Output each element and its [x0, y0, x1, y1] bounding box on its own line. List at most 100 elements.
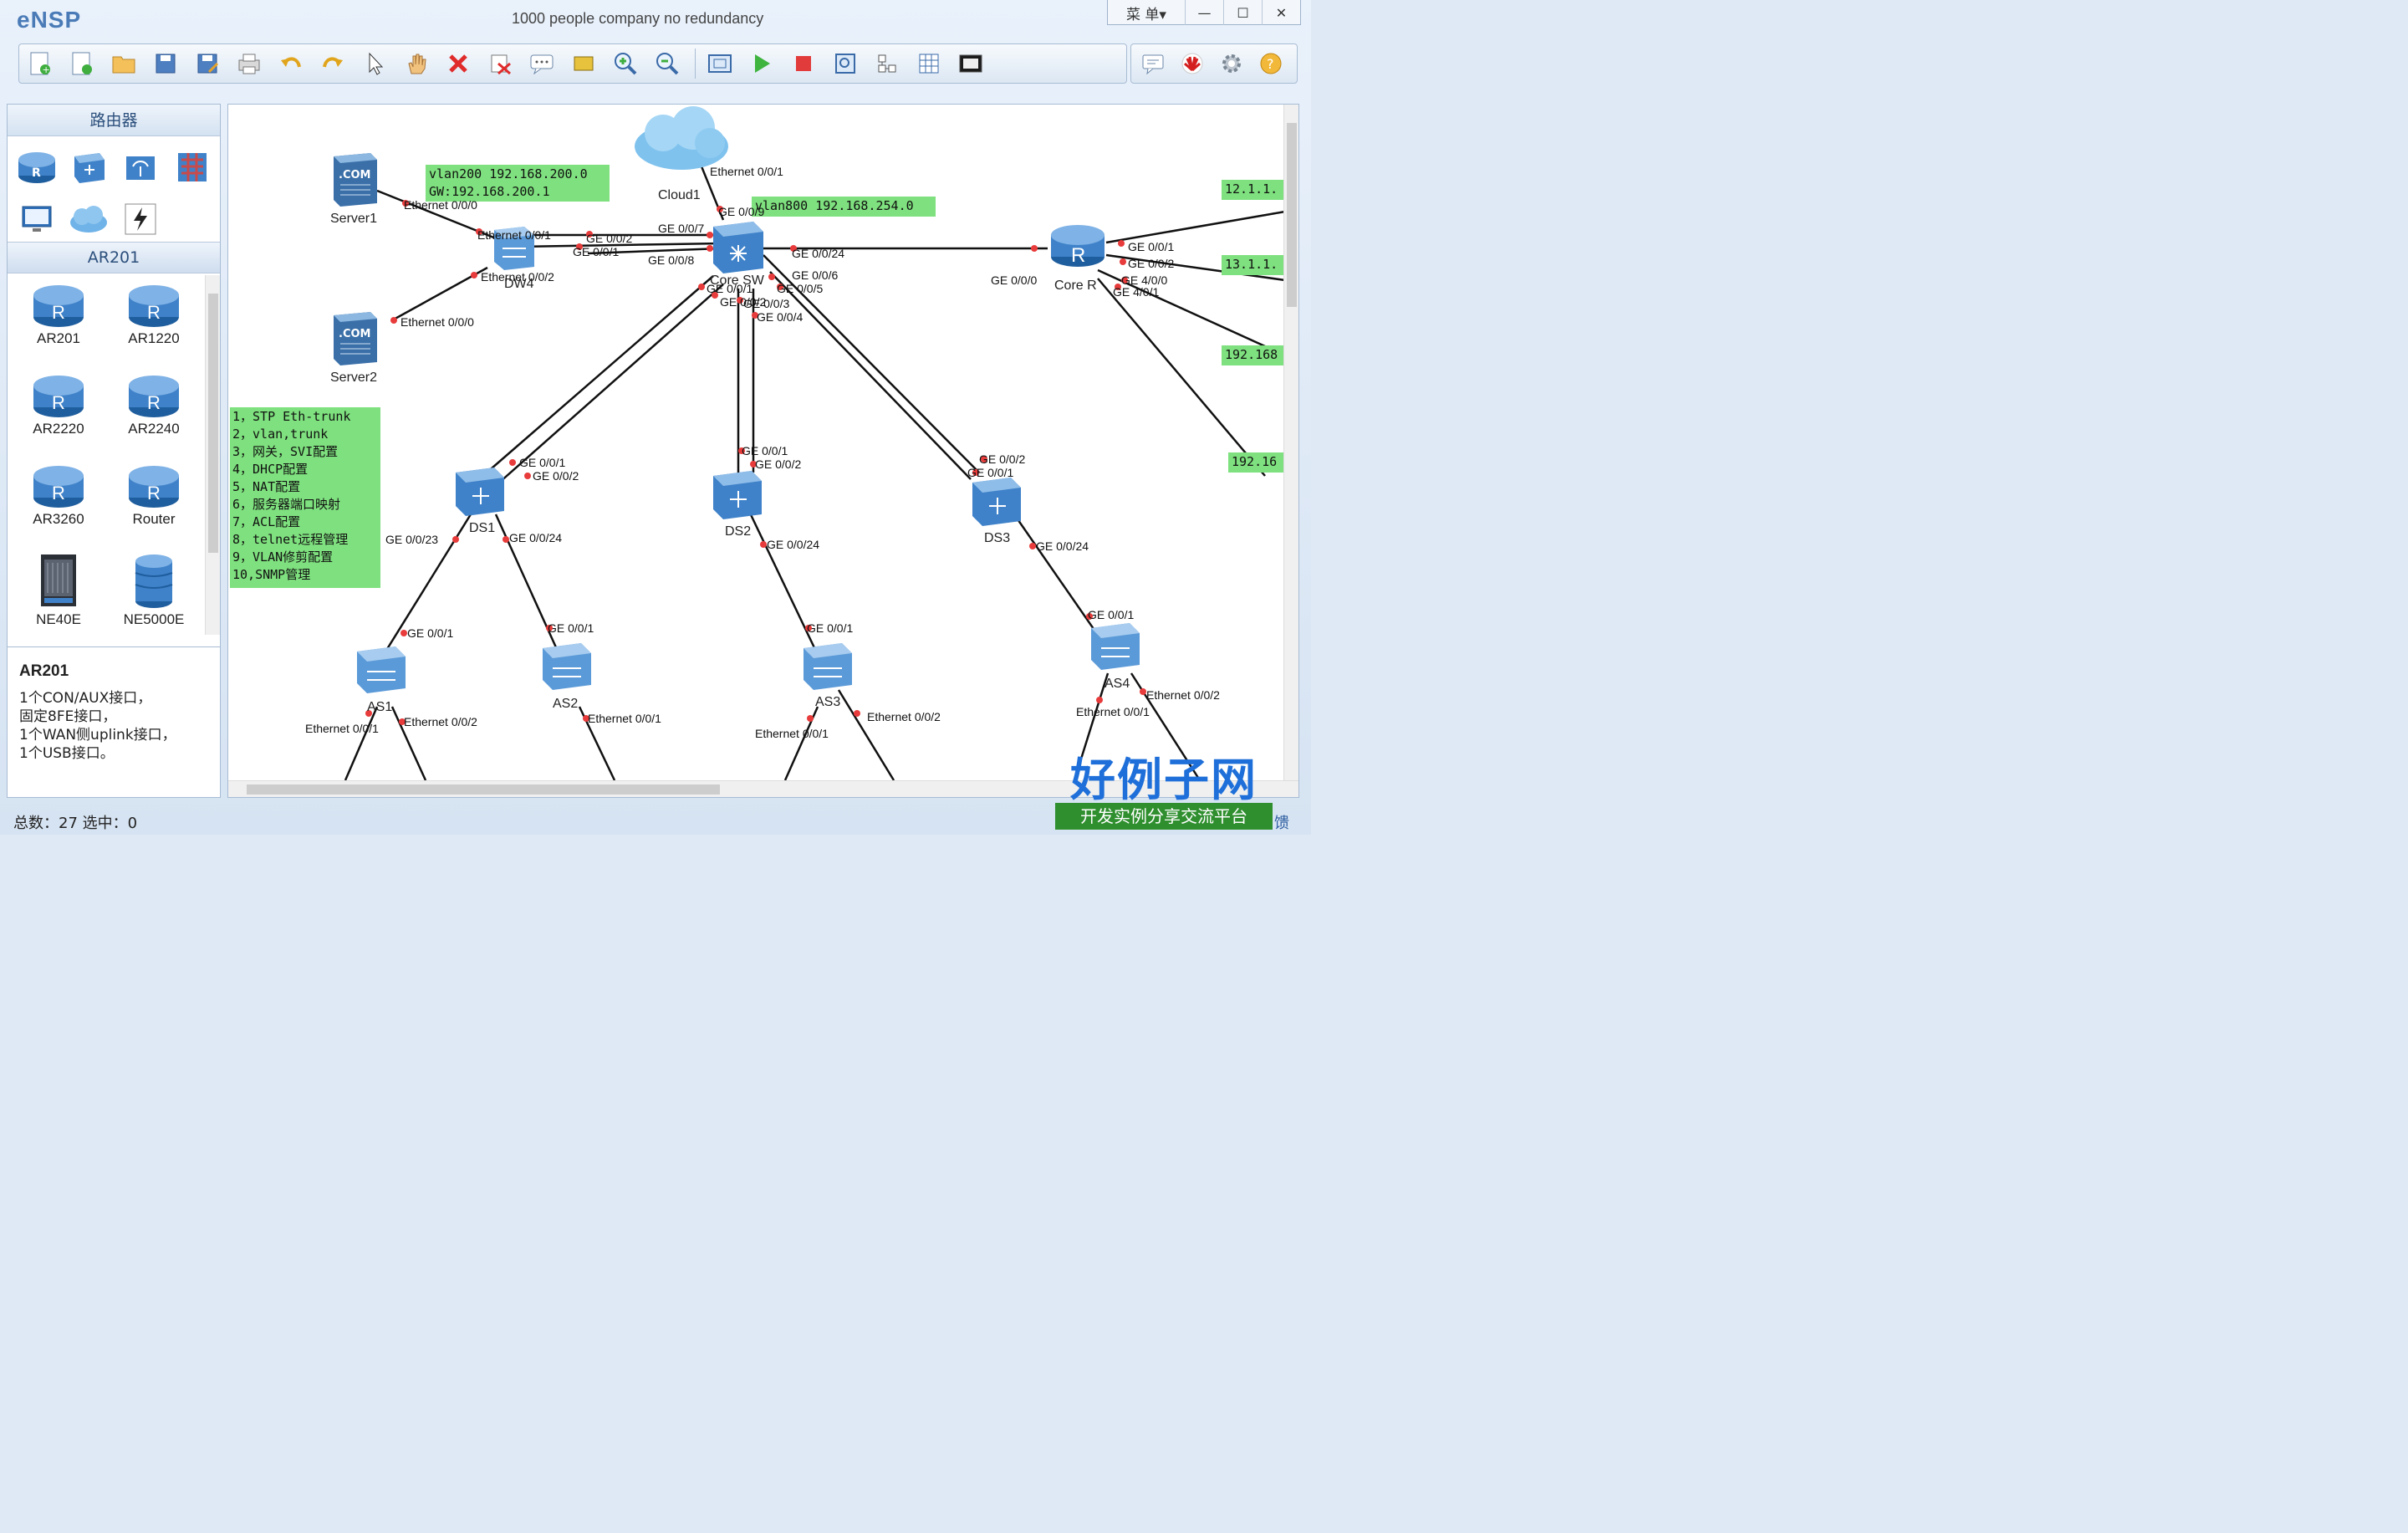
core-switch-icon[interactable] — [713, 222, 763, 273]
open-folder-icon[interactable] — [110, 49, 138, 78]
device-ne5000e[interactable]: NE5000E — [106, 546, 202, 636]
device-ar2220[interactable]: R AR2220 — [11, 365, 106, 456]
server-icon[interactable]: .COM — [334, 153, 377, 207]
main-toolbar: + — [18, 43, 1127, 84]
huawei-logo-icon[interactable] — [1179, 49, 1205, 78]
note-right-1[interactable]: 12.1.1. — [1222, 180, 1285, 200]
canvas-vertical-scrollbar[interactable] — [1283, 105, 1298, 782]
switch-icon[interactable] — [804, 643, 852, 690]
device-category-title: 路由器 — [8, 105, 220, 136]
undo-icon[interactable] — [277, 49, 305, 78]
hand-pan-icon[interactable] — [402, 49, 431, 78]
scrollbar-thumb[interactable] — [247, 784, 720, 795]
terminal-category-icon[interactable] — [11, 193, 63, 245]
note-tasks[interactable]: 1，STP Eth-trunk 2，vlan,trunk 3，网关，SVI配置 … — [230, 407, 380, 588]
switch-icon[interactable] — [543, 643, 591, 690]
switch-category-icon[interactable] — [63, 141, 115, 193]
feedback-link[interactable]: 馈 — [1274, 811, 1289, 833]
fit-view-icon[interactable] — [706, 49, 734, 78]
device-ar2240[interactable]: R AR2240 — [106, 365, 202, 456]
device-ar3260[interactable]: R AR3260 — [11, 456, 106, 546]
device-name-ds3: DS3 — [984, 531, 1011, 545]
feedback-icon[interactable] — [1140, 49, 1166, 78]
text-note-icon[interactable] — [528, 49, 556, 78]
scrollbar-thumb[interactable] — [208, 294, 218, 553]
save-icon[interactable] — [151, 49, 180, 78]
firewall-category-icon[interactable] — [166, 141, 218, 193]
device-ar1220[interactable]: R AR1220 — [106, 275, 202, 365]
topology-canvas[interactable]: .COM .COM R vlan200 192.168.200.0 GW:192… — [227, 104, 1299, 798]
device-ne40e[interactable]: NE40E — [11, 546, 106, 636]
console-icon[interactable] — [957, 49, 985, 78]
chassis-router-icon — [41, 554, 76, 606]
device-name-cloud1: Cloud1 — [658, 188, 701, 202]
router-category-icon[interactable]: R — [11, 141, 63, 193]
switch-icon[interactable] — [972, 478, 1021, 526]
port-label: GE 0/0/1 — [742, 444, 788, 457]
wireless-category-icon[interactable] — [115, 141, 166, 193]
port-label: Ethernet 0/0/2 — [404, 715, 477, 728]
switch-icon[interactable] — [357, 646, 406, 693]
redo-icon[interactable] — [319, 49, 347, 78]
save-as-icon[interactable] — [193, 49, 222, 78]
note-line: 2，vlan,trunk — [232, 427, 329, 442]
print-icon[interactable] — [235, 49, 263, 78]
settings-gear-icon[interactable] — [1218, 49, 1244, 78]
note-right-3[interactable]: 192.168 — [1222, 345, 1285, 365]
delete-link-icon[interactable] — [486, 49, 514, 78]
device-label: NE40E — [36, 611, 81, 627]
note-right-2[interactable]: 13.1.1. — [1222, 255, 1285, 275]
device-router[interactable]: R Router — [106, 456, 202, 546]
router-icon: R — [129, 285, 179, 327]
note-vlan800[interactable]: vlan800 192.168.254.0 — [752, 197, 936, 217]
port-label: GE 0/0/1 — [1128, 240, 1175, 253]
stop-device-icon[interactable] — [789, 49, 818, 78]
note-vlan200[interactable]: vlan200 192.168.200.0 GW:192.168.200.1 — [426, 165, 610, 202]
new-topology-icon[interactable]: + — [26, 49, 54, 78]
start-device-icon[interactable] — [747, 49, 776, 78]
rectangle-tool-icon[interactable] — [569, 49, 598, 78]
menu-button[interactable]: 菜 单▾ — [1108, 0, 1185, 25]
device-list-scrollbar[interactable] — [205, 275, 220, 635]
cloud-icon[interactable] — [635, 106, 728, 170]
device-name-as1: AS1 — [367, 700, 393, 714]
toolbar-separator — [695, 49, 696, 79]
port-label: Ethernet 0/0/1 — [588, 712, 661, 725]
device-ar201[interactable]: R AR201 — [11, 275, 106, 365]
port-label: Ethernet 0/0/1 — [305, 722, 379, 735]
device-subcategory-title: AR201 — [8, 242, 220, 273]
router-icon[interactable]: R — [1051, 225, 1105, 267]
device-panel: 路由器 R AR201 R AR201 R AR1220 R AR2220 R AR22… — [7, 104, 221, 798]
link-category-icon[interactable] — [115, 193, 166, 245]
grid-icon[interactable] — [915, 49, 943, 78]
port-label: Ethernet 0/0/2 — [481, 270, 554, 284]
topology-icon[interactable] — [873, 49, 901, 78]
scrollbar-thumb[interactable] — [1287, 123, 1297, 307]
device-name-as2: AS2 — [553, 697, 579, 711]
device-label: NE5000E — [123, 611, 185, 627]
note-line: 7，ACL配置 — [232, 514, 301, 529]
note-line: 9，VLAN修剪配置 — [232, 549, 334, 565]
select-pointer-icon[interactable] — [360, 49, 389, 78]
help-icon[interactable]: ? — [1258, 49, 1283, 78]
switch-icon[interactable] — [713, 471, 762, 519]
maximize-button[interactable]: ☐ — [1223, 0, 1262, 25]
zoom-out-icon[interactable] — [653, 49, 681, 78]
device-name-server1: Server1 — [330, 212, 378, 226]
close-button[interactable]: ✕ — [1262, 0, 1300, 25]
switch-icon[interactable] — [456, 468, 504, 516]
minimize-button[interactable]: — — [1185, 0, 1223, 25]
port-label: GE 0/0/1 — [519, 456, 566, 469]
delete-icon[interactable] — [444, 49, 472, 78]
new-example-icon[interactable] — [68, 49, 96, 78]
capture-packets-icon[interactable] — [831, 49, 860, 78]
note-right-4[interactable]: 192.16 — [1228, 452, 1285, 473]
zoom-in-icon[interactable] — [611, 49, 640, 78]
note-line: 13.1.1. — [1225, 257, 1278, 272]
switch-icon[interactable] — [1091, 623, 1140, 670]
port-label: GE 0/0/1 — [807, 621, 854, 635]
device-name-core-r: Core R — [1054, 278, 1097, 293]
cloud-category-icon[interactable] — [63, 193, 115, 245]
svg-text:R: R — [32, 166, 41, 180]
server-icon[interactable]: .COM — [334, 312, 377, 365]
